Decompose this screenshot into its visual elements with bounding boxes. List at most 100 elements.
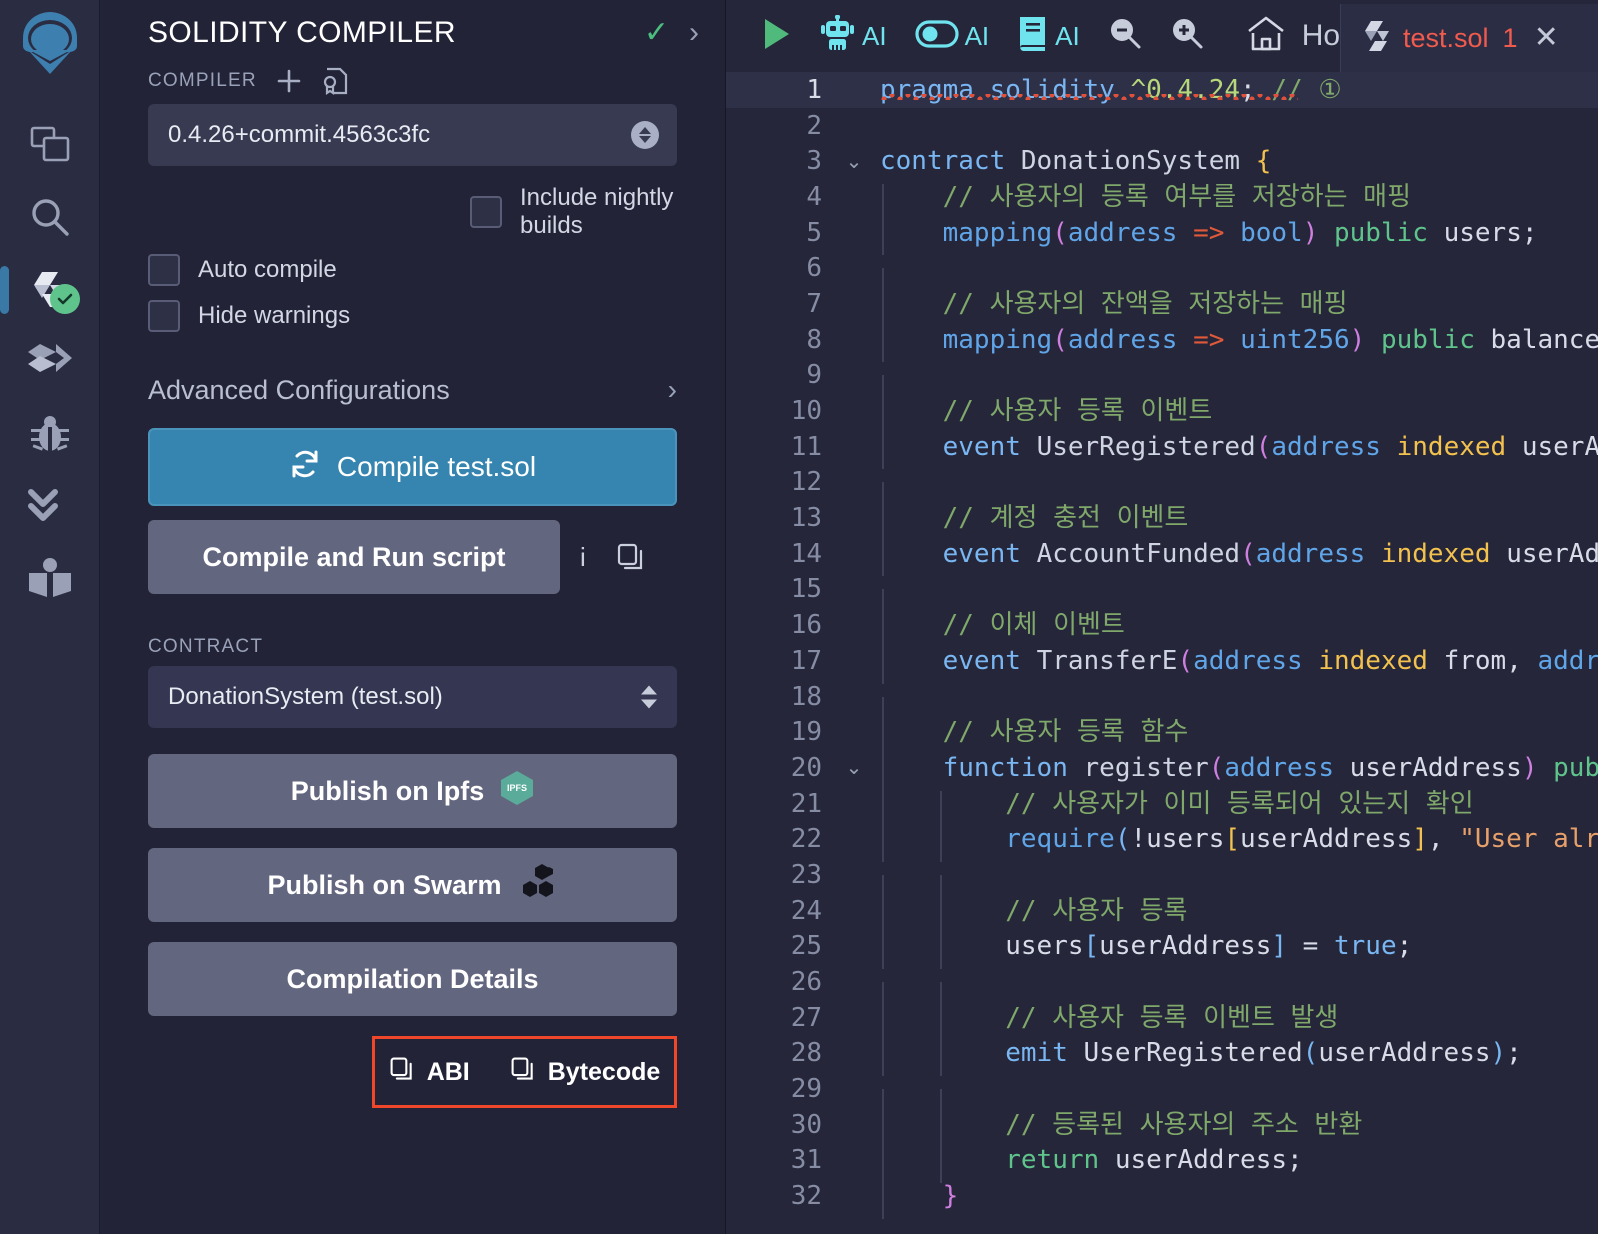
code-row[interactable]: 22 require(!users[userAddress], "User al… <box>726 821 1598 862</box>
chevron-right-icon[interactable]: › <box>668 374 677 406</box>
certificate-icon[interactable] <box>321 66 349 96</box>
code-row[interactable]: 16 // 이체 이벤트 <box>726 607 1598 648</box>
editor-tab-test-sol[interactable]: test.sol 1 ✕ <box>1340 4 1598 72</box>
svg-text:IPFS: IPFS <box>507 783 527 793</box>
contract-select-stepper-icon[interactable] <box>641 685 657 709</box>
code-row[interactable]: 3 ⌄ contract DonationSystem { <box>726 143 1598 179</box>
code-row[interactable]: 11 event UserRegistered(address indexed … <box>726 429 1598 470</box>
code-row[interactable]: 20 ⌄ function register(address userAddre… <box>726 750 1598 791</box>
code-text: event UserRegistered(address indexed use… <box>880 433 1598 470</box>
double-check-icon <box>26 486 74 526</box>
run-script-button[interactable] <box>726 0 806 72</box>
add-icon[interactable] <box>275 67 303 95</box>
code-row[interactable]: 26 <box>726 964 1598 1018</box>
code-row[interactable]: 31 return userAddress; <box>726 1143 1598 1184</box>
code-row[interactable]: 32 } <box>726 1178 1598 1219</box>
info-icon[interactable]: i <box>570 542 596 573</box>
code-row[interactable]: 21 // 사용자가 이미 등록되어 있는지 확인 <box>726 786 1598 827</box>
compile-button[interactable]: Compile test.sol <box>148 428 677 506</box>
hide-warnings-row[interactable]: Hide warnings <box>100 286 725 332</box>
line-number: 21 <box>790 788 822 819</box>
sidebar-item-deploy-run[interactable] <box>0 326 100 398</box>
code-row[interactable]: 29 <box>726 1071 1598 1125</box>
code-row[interactable]: 18 <box>726 679 1598 733</box>
code-row[interactable]: 7 // 사용자의 잔액을 저장하는 매핑 <box>726 286 1598 327</box>
sidebar-item-documentation[interactable] <box>0 542 100 614</box>
code-text: // 등록된 사용자의 주소 반환 <box>880 1111 1362 1148</box>
code-row[interactable]: 17 event TransferE(address indexed from,… <box>726 643 1598 684</box>
error-squiggle <box>880 93 1298 100</box>
fold-chevron-icon[interactable]: ⌄ <box>828 149 880 174</box>
zoom-out-icon <box>1108 17 1142 56</box>
compiler-version-select[interactable]: 0.4.26+commit.4563c3fc <box>148 104 677 166</box>
code-text: // 사용자의 등록 여부를 저장하는 매핑 <box>880 183 1411 220</box>
code-row[interactable]: 15 <box>726 572 1598 626</box>
hide-warnings-checkbox[interactable] <box>148 300 180 332</box>
sidebar-item-search[interactable] <box>0 182 100 254</box>
code-row[interactable]: 28 emit UserRegistered(userAddress); <box>726 1036 1598 1077</box>
zoom-out-button[interactable] <box>1094 0 1156 72</box>
contract-select[interactable]: DonationSystem (test.sol) <box>148 666 677 728</box>
sidebar-item-solidity-compiler[interactable] <box>0 254 100 326</box>
include-nightly-builds-row[interactable]: Include nightly builds <box>470 166 725 240</box>
code-row[interactable]: 8 mapping(address => uint256) public bal… <box>726 322 1598 363</box>
code-row[interactable]: 1 pragma solidity ^0.4.24; // ① <box>726 72 1598 108</box>
swarm-icon <box>518 863 558 908</box>
auto-compile-checkbox[interactable] <box>148 254 180 286</box>
ai-docs-button[interactable]: AI <box>1003 0 1094 72</box>
code-row[interactable]: 25 users[userAddress] = true; <box>726 929 1598 970</box>
copy-bytecode-button[interactable]: Bytecode <box>510 1056 660 1089</box>
sidebar-item-debugger[interactable] <box>0 398 100 470</box>
line-number: 31 <box>790 1145 822 1176</box>
code-row[interactable]: 4 // 사용자의 등록 여부를 저장하는 매핑 <box>726 179 1598 220</box>
panel-expand-chevron-icon[interactable]: › <box>689 18 699 48</box>
code-text: // 사용자의 잔액을 저장하는 매핑 <box>880 290 1348 327</box>
close-icon[interactable]: ✕ <box>1534 23 1559 53</box>
copy-abi-button[interactable]: ABI <box>389 1056 470 1089</box>
copy-icon[interactable] <box>606 542 656 572</box>
code-row[interactable]: 6 <box>726 250 1598 304</box>
compiler-version-stepper-icon[interactable] <box>631 121 659 149</box>
code-row[interactable]: 27 // 사용자 등록 이벤트 발생 <box>726 1000 1598 1041</box>
code-row[interactable]: 5 mapping(address => bool) public users; <box>726 215 1598 256</box>
code-row[interactable]: 23 <box>726 857 1598 911</box>
ai-assistant-button[interactable]: AI <box>806 0 901 72</box>
code-text: return userAddress; <box>880 1147 1303 1184</box>
compile-button-wrap: Compile test.sol <box>100 406 725 506</box>
zoom-in-button[interactable] <box>1156 0 1218 72</box>
publish-on-ipfs-button[interactable]: Publish on Ipfs IPFS <box>148 754 677 828</box>
auto-compile-row[interactable]: Auto compile <box>100 240 725 286</box>
code-row[interactable]: 14 event AccountFunded(address indexed u… <box>726 536 1598 577</box>
code-row[interactable]: 13 // 계정 충전 이벤트 <box>726 500 1598 541</box>
sidebar-item-static-analysis[interactable] <box>0 470 100 542</box>
remix-logo[interactable] <box>11 8 89 78</box>
publish-on-swarm-button[interactable]: Publish on Swarm <box>148 848 677 922</box>
code-row[interactable]: 12 <box>726 465 1598 519</box>
code-viewport[interactable]: 1 pragma solidity ^0.4.24; // ① 2 3 ⌄ co… <box>726 72 1598 1234</box>
code-row[interactable]: 19 // 사용자 등록 함수 <box>726 714 1598 755</box>
solidity-compiler-panel: SOLIDITY COMPILER ✓ › COMPILER 0.4.26+co… <box>100 0 726 1234</box>
sidebar-item-file-explorer[interactable] <box>0 110 100 182</box>
code-row[interactable]: 9 <box>726 358 1598 412</box>
copy-icon <box>389 1056 415 1089</box>
code-text: // 이체 이벤트 <box>880 612 1125 648</box>
fold-chevron-icon[interactable]: ⌄ <box>828 755 880 780</box>
code-row[interactable]: 30 // 등록된 사용자의 주소 반환 <box>726 1107 1598 1148</box>
line-number: 4 <box>806 181 822 212</box>
zoom-in-icon <box>1170 17 1204 56</box>
ai-toggle-button[interactable]: AI <box>901 0 1004 72</box>
include-nightly-builds-checkbox[interactable] <box>470 196 502 228</box>
compile-and-run-script-button[interactable]: Compile and Run script <box>148 520 560 594</box>
advanced-configurations-row[interactable]: Advanced Configurations › <box>100 332 725 406</box>
code-row[interactable]: 2 <box>726 108 1598 144</box>
editor-toolbar: AI AI AI test.sol 1 ✕ <box>726 0 1598 72</box>
code-row[interactable]: 24 // 사용자 등록 <box>726 893 1598 934</box>
deploy-icon <box>26 340 74 384</box>
icon-sidebar <box>0 0 100 1234</box>
contract-field: DonationSystem (test.sol) <box>100 658 725 728</box>
code-row[interactable]: 10 // 사용자 등록 이벤트 <box>726 393 1598 434</box>
compilation-details-button[interactable]: Compilation Details <box>148 942 677 1016</box>
line-number: 10 <box>790 396 822 427</box>
code-text: event AccountFunded(address indexed user… <box>880 540 1598 577</box>
compile-and-run-row: Compile and Run script i <box>100 506 725 594</box>
